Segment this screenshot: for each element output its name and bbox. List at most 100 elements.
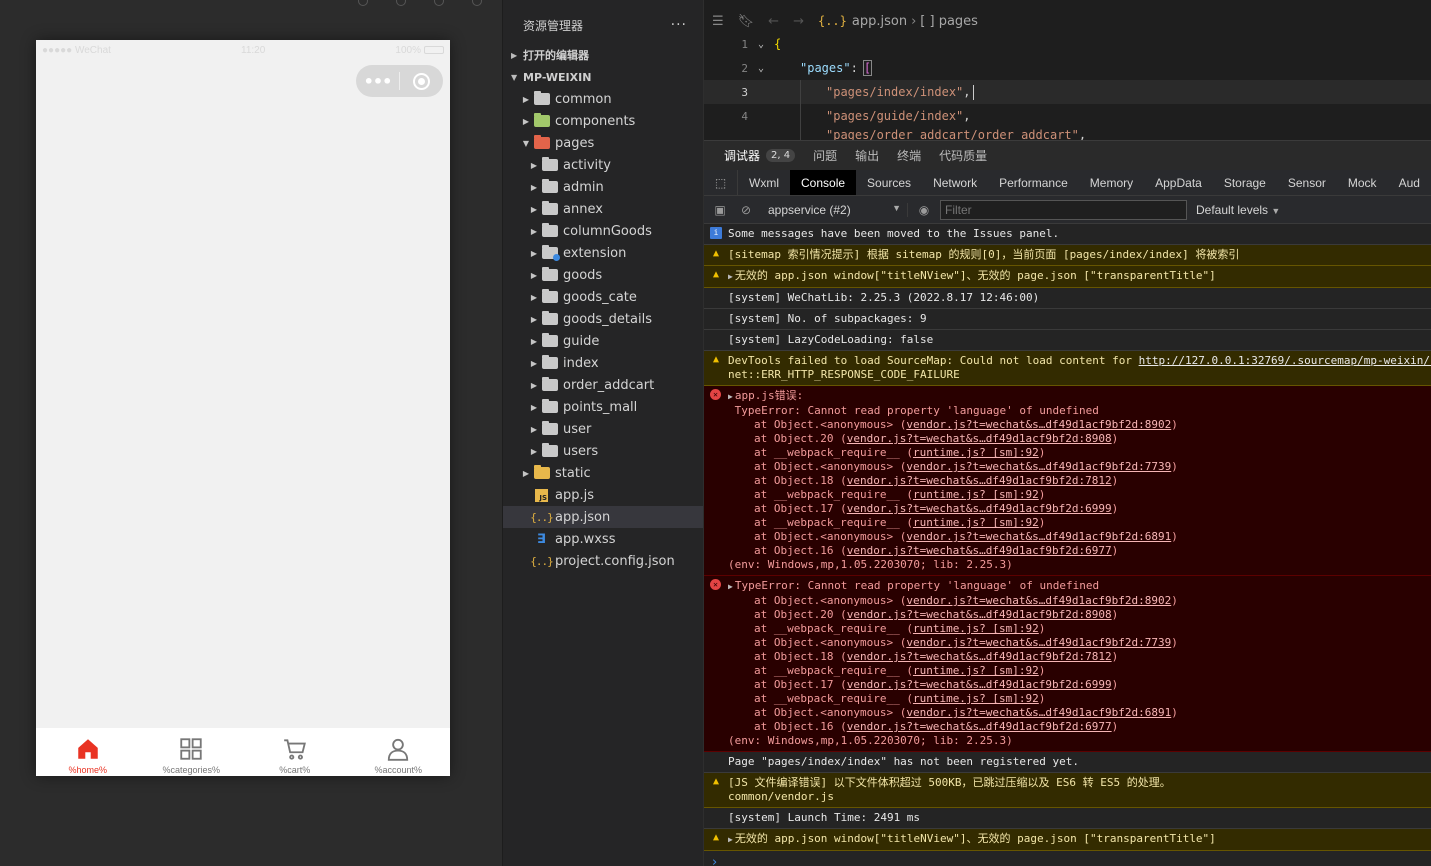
- sidebar-toggle-icon[interactable]: ▣: [710, 200, 730, 220]
- devtools-tab-appdata[interactable]: AppData: [1144, 170, 1213, 195]
- stack-frame-link[interactable]: vendor.js?t=wechat&s…df49d1acf9bf2d:8908: [847, 608, 1112, 621]
- close-miniprogram-button[interactable]: [400, 72, 443, 90]
- code-line: 1 ⌄ {: [704, 32, 1431, 56]
- explorer-more-button[interactable]: ···: [671, 17, 687, 33]
- screenshot-icon[interactable]: [434, 0, 444, 6]
- tree-item-annex[interactable]: ▶ annex: [503, 198, 703, 220]
- console-input[interactable]: ›: [704, 851, 1431, 866]
- clear-console-icon[interactable]: ⊘: [736, 200, 756, 220]
- expand-triangle-icon[interactable]: ▶: [728, 272, 733, 281]
- log-levels-dropdown[interactable]: Default levels ▼: [1196, 203, 1280, 217]
- tree-item-user[interactable]: ▶ user: [503, 418, 703, 440]
- devtools-tab-wxml[interactable]: Wxml: [738, 170, 790, 195]
- breadcrumb-node[interactable]: [ ] pages: [920, 14, 978, 29]
- list-icon[interactable]: ☰: [712, 14, 724, 29]
- more-menu-button[interactable]: •••: [356, 72, 399, 91]
- tree-item-index[interactable]: ▶ index: [503, 352, 703, 374]
- devtools-tab-console[interactable]: Console: [790, 170, 857, 195]
- json-braces: {..}: [530, 554, 553, 568]
- open-editors-section[interactable]: ▶ 打开的编辑器: [503, 44, 703, 66]
- tree-item-static[interactable]: ▶ static: [503, 462, 703, 484]
- forward-arrow-icon[interactable]: →: [793, 14, 804, 29]
- tree-item-columngoods[interactable]: ▶ columnGoods: [503, 220, 703, 242]
- stack-frame-link[interactable]: runtime.js? [sm]:92: [913, 446, 1039, 459]
- expand-triangle-icon[interactable]: ▶: [728, 582, 733, 591]
- stack-frame-link[interactable]: runtime.js? [sm]:92: [913, 664, 1039, 677]
- tab-code-quality[interactable]: 代码质量: [939, 147, 987, 164]
- console-filter-input[interactable]: [940, 199, 1187, 220]
- devtools-tab-mock[interactable]: Mock: [1337, 170, 1388, 195]
- tree-item-app-json[interactable]: {..} app.json: [503, 506, 703, 528]
- tree-item-goods-cate[interactable]: ▶ goods_cate: [503, 286, 703, 308]
- tree-item-extension[interactable]: ▶ extension: [503, 242, 703, 264]
- tab-home[interactable]: %home%: [36, 728, 140, 776]
- tree-item-components[interactable]: ▶ components: [503, 110, 703, 132]
- stack-frame-prefix: at Object.20 (: [754, 432, 847, 445]
- battery-icon: [423, 45, 444, 54]
- bookmark-icon[interactable]: 🔖︎: [738, 14, 755, 29]
- tree-item-goods-details[interactable]: ▶ goods_details: [503, 308, 703, 330]
- tab-cart[interactable]: %cart%: [243, 728, 347, 776]
- stack-frame-link[interactable]: runtime.js? [sm]:92: [913, 488, 1039, 501]
- stack-frame-link[interactable]: vendor.js?t=wechat&s…df49d1acf9bf2d:7739: [906, 636, 1171, 649]
- context-selector[interactable]: appservice (#2) ▼: [768, 202, 908, 217]
- fold-chevron-icon[interactable]: ⌄: [748, 39, 774, 50]
- devtools-tab-memory[interactable]: Memory: [1079, 170, 1144, 195]
- tree-item-app-wxss[interactable]: ∃ app.wxss: [503, 528, 703, 550]
- stack-frame-link[interactable]: vendor.js?t=wechat&s…df49d1acf9bf2d:6977: [847, 544, 1112, 557]
- stack-frame-link[interactable]: runtime.js? [sm]:92: [913, 622, 1039, 635]
- tree-item-guide[interactable]: ▶ guide: [503, 330, 703, 352]
- project-section[interactable]: ▼ MP-WEIXIN: [503, 66, 703, 88]
- expand-triangle-icon[interactable]: ▶: [728, 392, 733, 401]
- tab-terminal[interactable]: 终端: [897, 147, 921, 164]
- stack-frame: at __webpack_require__ (runtime.js? [sm]…: [728, 664, 1427, 678]
- stack-frame-link[interactable]: vendor.js?t=wechat&s…df49d1acf9bf2d:8902: [906, 418, 1171, 431]
- expand-triangle-icon[interactable]: ▶: [728, 835, 733, 844]
- devtools-tab-aud[interactable]: Aud: [1388, 170, 1431, 195]
- stack-frame-link[interactable]: vendor.js?t=wechat&s…df49d1acf9bf2d:8902: [906, 594, 1171, 607]
- stack-frame-link[interactable]: vendor.js?t=wechat&s…df49d1acf9bf2d:6999: [847, 502, 1112, 515]
- back-arrow-icon[interactable]: ←: [768, 14, 779, 29]
- tree-item-order-addcart[interactable]: ▶ order_addcart: [503, 374, 703, 396]
- stack-frame-link[interactable]: vendor.js?t=wechat&s…df49d1acf9bf2d:6891: [906, 706, 1171, 719]
- stack-frame-link[interactable]: vendor.js?t=wechat&s…df49d1acf9bf2d:7739: [906, 460, 1171, 473]
- stack-frame-link[interactable]: vendor.js?t=wechat&s…df49d1acf9bf2d:8908: [847, 432, 1112, 445]
- fold-chevron-icon[interactable]: ⌄: [748, 63, 774, 74]
- stack-frame-link[interactable]: vendor.js?t=wechat&s…df49d1acf9bf2d:7812: [847, 650, 1112, 663]
- tree-item-project-config-json[interactable]: {..} project.config.json: [503, 550, 703, 572]
- devtools-tab-sensor[interactable]: Sensor: [1277, 170, 1337, 195]
- refresh-icon[interactable]: [396, 0, 406, 6]
- chevron-down-icon: ▼: [522, 138, 530, 148]
- tree-item-admin[interactable]: ▶ admin: [503, 176, 703, 198]
- tree-item-pages[interactable]: ▼ pages: [503, 132, 703, 154]
- tab-output[interactable]: 输出: [855, 147, 879, 164]
- tree-item-users[interactable]: ▶ users: [503, 440, 703, 462]
- tab-problems[interactable]: 问题: [813, 147, 837, 164]
- tab-account[interactable]: %account%: [347, 728, 451, 776]
- tree-item-common[interactable]: ▶ common: [503, 88, 703, 110]
- devtools-tab-performance[interactable]: Performance: [988, 170, 1079, 195]
- inspect-element-icon[interactable]: ⬚: [704, 170, 738, 195]
- code-area[interactable]: 1 ⌄ { 2 ⌄ "pages" : [ 3 "pages/index/ind…: [704, 32, 1431, 142]
- rotate-icon[interactable]: [358, 0, 368, 6]
- eye-icon[interactable]: ◉: [914, 200, 934, 220]
- stack-frame-link[interactable]: vendor.js?t=wechat&s…df49d1acf9bf2d:6977: [847, 720, 1112, 733]
- volume-icon[interactable]: [472, 0, 482, 6]
- stack-frame-link[interactable]: vendor.js?t=wechat&s…df49d1acf9bf2d:7812: [847, 474, 1112, 487]
- stack-frame-link[interactable]: runtime.js? [sm]:92: [913, 692, 1039, 705]
- sourcemap-link[interactable]: http://127.0.0.1:32769/.sourcemap/mp-wei…: [1139, 354, 1431, 367]
- breadcrumb-file[interactable]: app.json: [852, 14, 907, 29]
- stack-frame-link[interactable]: runtime.js? [sm]:92: [913, 516, 1039, 529]
- tab-debugger[interactable]: 调试器 2, 4: [724, 147, 796, 164]
- console-message-warn: ▲ DevTools failed to load SourceMap: Coul…: [704, 351, 1431, 386]
- stack-frame-link[interactable]: vendor.js?t=wechat&s…df49d1acf9bf2d:6999: [847, 678, 1112, 691]
- devtools-tab-network[interactable]: Network: [922, 170, 988, 195]
- tree-item-activity[interactable]: ▶ activity: [503, 154, 703, 176]
- devtools-tab-sources[interactable]: Sources: [856, 170, 922, 195]
- tree-item-points-mall[interactable]: ▶ points_mall: [503, 396, 703, 418]
- devtools-tab-storage[interactable]: Storage: [1213, 170, 1277, 195]
- tree-item-goods[interactable]: ▶ goods: [503, 264, 703, 286]
- tab-categories[interactable]: %categories%: [140, 728, 244, 776]
- tree-item-app-js[interactable]: JS app.js: [503, 484, 703, 506]
- stack-frame-link[interactable]: vendor.js?t=wechat&s…df49d1acf9bf2d:6891: [906, 530, 1171, 543]
